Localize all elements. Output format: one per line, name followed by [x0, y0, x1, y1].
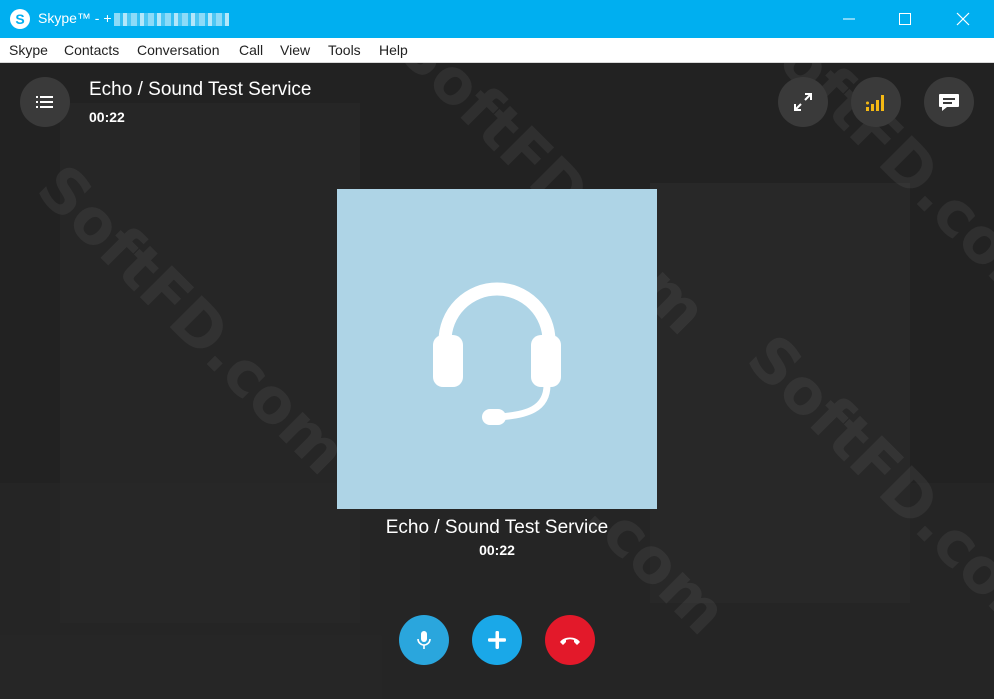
headset-icon — [433, 282, 561, 425]
maximize-button[interactable] — [876, 0, 934, 38]
skype-logo-icon: S — [10, 9, 30, 29]
close-icon — [956, 12, 970, 26]
close-button[interactable] — [934, 0, 992, 38]
list-icon — [36, 96, 53, 108]
mute-microphone-button[interactable] — [399, 615, 449, 665]
expand-icon — [794, 93, 812, 111]
menu-tools[interactable]: Tools — [328, 42, 361, 58]
contact-name: Echo / Sound Test Service — [385, 517, 609, 538]
minimize-button[interactable] — [820, 0, 878, 38]
menu-view[interactable]: View — [280, 42, 310, 58]
menu-help[interactable]: Help — [379, 42, 408, 58]
window-title: Skype™ - + — [38, 10, 229, 26]
menu-bar: Skype Contacts Conversation Call View To… — [0, 38, 994, 63]
menu-conversation[interactable]: Conversation — [137, 42, 220, 58]
call-header-name: Echo / Sound Test Service — [89, 79, 312, 100]
hang-up-icon — [560, 637, 580, 645]
signal-bars-icon — [866, 95, 884, 111]
title-bar: S Skype™ - + — [0, 0, 994, 38]
add-participant-button[interactable] — [472, 615, 522, 665]
menu-contacts[interactable]: Contacts — [64, 42, 119, 58]
sidebar-toggle-button[interactable] — [20, 77, 70, 127]
chat-button[interactable] — [924, 77, 974, 127]
menu-skype[interactable]: Skype — [9, 42, 48, 58]
call-header-timer: 00:22 — [89, 109, 125, 125]
chat-bubble-icon — [939, 94, 959, 111]
plus-icon — [488, 631, 506, 649]
microphone-icon — [417, 631, 431, 649]
fullscreen-button[interactable] — [778, 77, 828, 127]
menu-call[interactable]: Call — [239, 42, 263, 58]
call-timer: 00:22 — [479, 542, 515, 558]
masked-phone-number — [113, 12, 229, 26]
end-call-button[interactable] — [545, 615, 595, 665]
call-stage: SoftFD.com SoftFD.com SoftFD.com SoftFD.… — [0, 63, 994, 699]
background-panel — [0, 483, 994, 699]
window-title-text: Skype™ - + — [38, 10, 112, 26]
minimize-icon — [843, 18, 855, 20]
call-quality-button[interactable] — [851, 77, 901, 127]
maximize-icon — [899, 13, 911, 25]
contact-avatar — [337, 189, 657, 509]
